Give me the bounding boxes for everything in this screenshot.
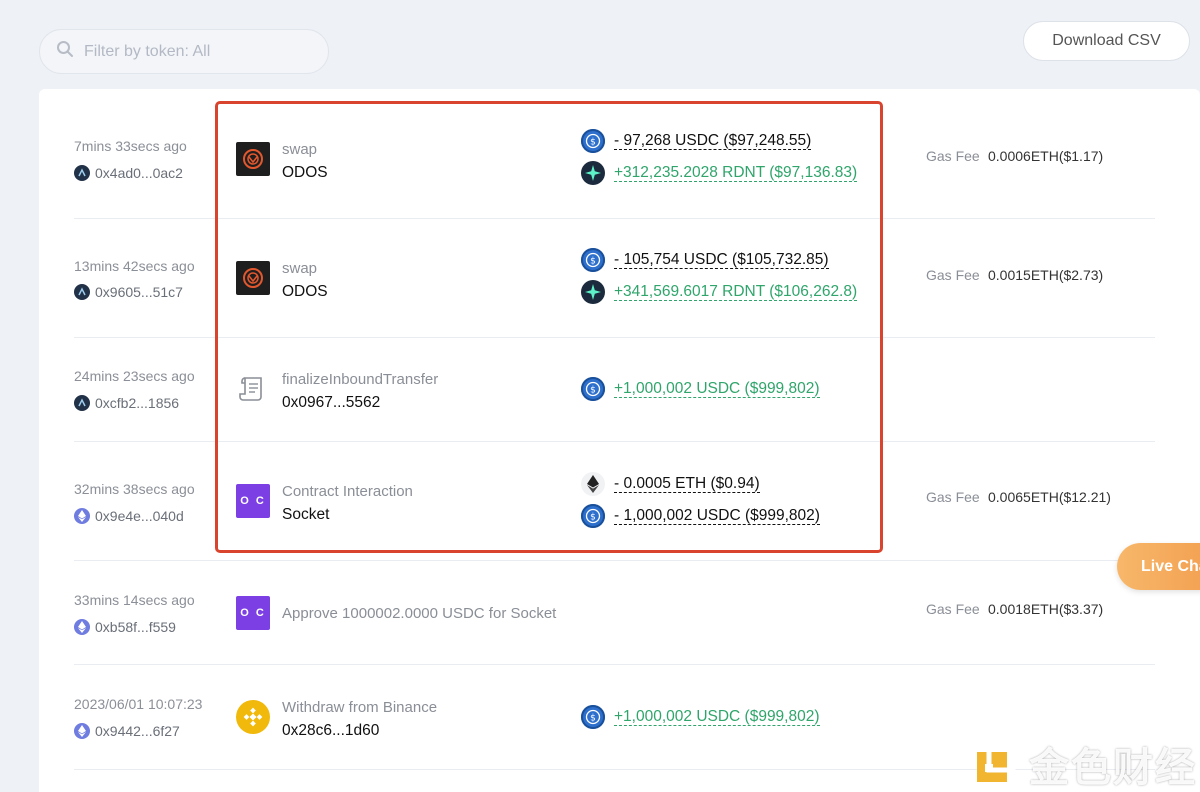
tx-address[interactable]: 0xb58f...f559 <box>74 619 176 635</box>
timestamp: 24mins 23secs ago <box>74 368 195 384</box>
amount-text: - 1,000,002 USDC ($999,802) <box>614 507 820 525</box>
target-label[interactable]: ODOS <box>282 283 328 301</box>
transaction-row[interactable]: 7mins 33secs ago 0x4ad0...0ac2 swap ODOS… <box>74 89 1155 219</box>
transaction-row[interactable]: 24mins 23secs ago 0xcfb2...1856 finalize… <box>74 338 1155 442</box>
gas-fee-label: Gas Fee <box>926 601 980 617</box>
arbitrum-chain-icon <box>74 284 90 300</box>
tx-address[interactable]: 0x9442...6f27 <box>74 723 180 739</box>
live-chat-button[interactable]: Live Chat <box>1117 543 1200 590</box>
amount-text: - 0.0005 ETH ($0.94) <box>614 475 760 493</box>
target-label[interactable]: Socket <box>282 506 329 524</box>
transfer-out[interactable]: $ - 105,754 USDC ($105,732.85) <box>581 248 829 272</box>
svg-text:$: $ <box>590 138 596 148</box>
tx-address[interactable]: 0x9605...51c7 <box>74 284 183 300</box>
svg-text:$: $ <box>590 513 596 523</box>
arbitrum-chain-icon <box>74 165 90 181</box>
target-label[interactable]: ODOS <box>282 164 328 182</box>
gas-fee-label: Gas Fee <box>926 267 980 283</box>
transaction-row[interactable]: 33mins 14secs ago 0xb58f...f559 O C Appr… <box>74 561 1155 665</box>
usdc-icon: $ <box>581 377 605 401</box>
ethereum-chain-icon <box>74 508 90 524</box>
target-label[interactable]: 0x28c6...1d60 <box>282 722 379 740</box>
search-icon <box>56 40 74 63</box>
transfer-in[interactable]: $ +1,000,002 USDC ($999,802) <box>581 705 820 729</box>
socket-icon: O C <box>236 484 270 518</box>
gas-fee-value: 0.0006ETH($1.17) <box>988 148 1104 164</box>
watermark: 金色财经 <box>975 735 1197 792</box>
ethereum-chain-icon <box>74 723 90 739</box>
method-label: Approve 1000002.0000 USDC for Socket <box>282 605 557 622</box>
method-label: swap <box>282 260 318 277</box>
usdc-icon: $ <box>581 504 605 528</box>
gas-fee-label: Gas Fee <box>926 489 980 505</box>
tx-address[interactable]: 0x4ad0...0ac2 <box>74 165 183 181</box>
method-label: Contract Interaction <box>282 483 413 500</box>
socket-icon: O C <box>236 596 270 630</box>
transfer-out[interactable]: $ - 97,268 USDC ($97,248.55) <box>581 129 812 153</box>
odos-icon <box>236 142 270 176</box>
watermark-logo-icon <box>975 742 1019 786</box>
gas-fee-value: 0.0015ETH($2.73) <box>988 267 1104 283</box>
amount-text: - 97,268 USDC ($97,248.55) <box>614 132 812 150</box>
transfer-out[interactable]: - 0.0005 ETH ($0.94) <box>581 472 760 496</box>
binance-icon <box>236 700 270 734</box>
usdc-icon: $ <box>581 705 605 729</box>
usdc-icon: $ <box>581 129 605 153</box>
timestamp: 33mins 14secs ago <box>74 592 195 608</box>
filter-input[interactable] <box>84 42 304 61</box>
address-text: 0x9e4e...040d <box>95 508 184 524</box>
timestamp: 2023/06/01 10:07:23 <box>74 696 203 712</box>
download-csv-button[interactable]: Download CSV <box>1023 21 1190 61</box>
method-label: Withdraw from Binance <box>282 699 438 716</box>
svg-text:$: $ <box>590 257 596 267</box>
tx-address[interactable]: 0xcfb2...1856 <box>74 395 179 411</box>
timestamp: 7mins 33secs ago <box>74 138 187 154</box>
address-text: 0x9605...51c7 <box>95 284 183 300</box>
eth-icon <box>581 472 605 496</box>
odos-icon <box>236 261 270 295</box>
arbitrum-chain-icon <box>74 395 90 411</box>
amount-text: +341,569.6017 RDNT ($106,262.8) <box>614 283 858 301</box>
usdc-icon: $ <box>581 248 605 272</box>
transfer-in[interactable]: +312,235.2028 RDNT ($97,136.83) <box>581 161 858 185</box>
address-text: 0x9442...6f27 <box>95 723 180 739</box>
address-text: 0xb58f...f559 <box>95 619 176 635</box>
gas-fee-value: 0.0065ETH($12.21) <box>988 489 1111 505</box>
method-label: finalizeInboundTransfer <box>282 371 439 388</box>
target-label[interactable]: 0x0967...5562 <box>282 394 380 412</box>
rdnt-icon <box>581 161 605 185</box>
amount-text: +1,000,002 USDC ($999,802) <box>614 380 820 398</box>
amount-text: - 105,754 USDC ($105,732.85) <box>614 251 829 269</box>
rdnt-icon <box>581 280 605 304</box>
watermark-text: 金色财经 <box>1029 745 1197 791</box>
transaction-row[interactable]: 13mins 42secs ago 0x9605...51c7 swap ODO… <box>74 219 1155 338</box>
transaction-row[interactable]: 32mins 38secs ago 0x9e4e...040d O C Cont… <box>74 442 1155 561</box>
transfer-in[interactable]: +341,569.6017 RDNT ($106,262.8) <box>581 280 858 304</box>
address-text: 0x4ad0...0ac2 <box>95 165 183 181</box>
amount-text: +1,000,002 USDC ($999,802) <box>614 708 820 726</box>
scroll-icon <box>236 372 270 406</box>
address-text: 0xcfb2...1856 <box>95 395 180 411</box>
amount-text: +312,235.2028 RDNT ($97,136.83) <box>614 164 858 182</box>
token-filter[interactable] <box>39 29 329 74</box>
tx-address[interactable]: 0x9e4e...040d <box>74 508 184 524</box>
transfer-out[interactable]: $ - 1,000,002 USDC ($999,802) <box>581 504 820 528</box>
gas-fee-value: 0.0018ETH($3.37) <box>988 601 1104 617</box>
ethereum-chain-icon <box>74 619 90 635</box>
svg-text:$: $ <box>590 386 596 396</box>
gas-fee-label: Gas Fee <box>926 148 980 164</box>
svg-text:$: $ <box>590 714 596 724</box>
timestamp: 13mins 42secs ago <box>74 258 195 274</box>
method-label: swap <box>282 141 318 158</box>
transaction-list: 7mins 33secs ago 0x4ad0...0ac2 swap ODOS… <box>39 89 1200 792</box>
transfer-in[interactable]: $ +1,000,002 USDC ($999,802) <box>581 377 820 401</box>
timestamp: 32mins 38secs ago <box>74 481 195 497</box>
